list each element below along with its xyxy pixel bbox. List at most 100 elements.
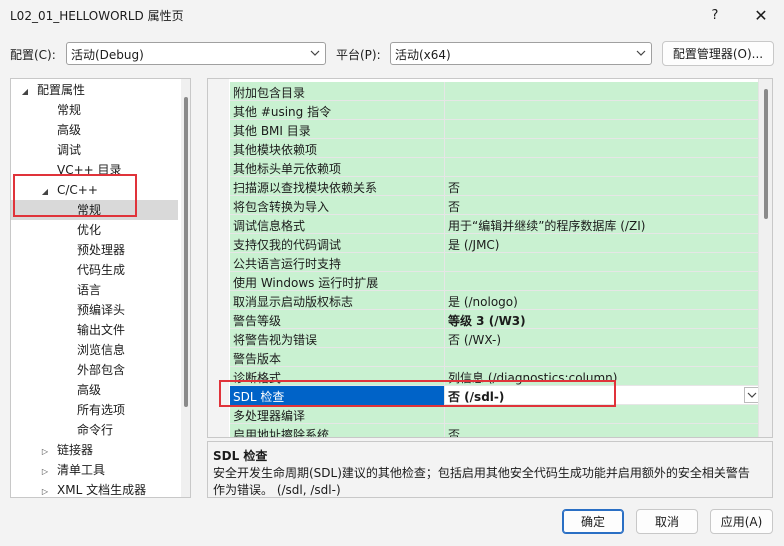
- column-divider: [444, 234, 445, 253]
- property-name: 将包含转换为导入: [233, 200, 330, 214]
- property-name: 调试信息格式: [233, 219, 306, 233]
- property-value: 否 (/WX-): [448, 333, 502, 347]
- tree-item[interactable]: 预处理器: [11, 240, 125, 260]
- tree-item[interactable]: 语言: [11, 280, 101, 300]
- expand-icon[interactable]: ▷: [39, 442, 51, 462]
- tree-item-label: 常规: [57, 103, 82, 117]
- property-name: 支持仅我的代码调试: [233, 238, 342, 252]
- property-row[interactable]: 支持仅我的代码调试 是 (/JMC): [230, 234, 760, 253]
- property-tree[interactable]: ◢ 配置属性 常规 高级 调试 VC++ 目录 ◢ C/C++ 常规 优化 预处理器 代码生成 语言 预编…: [10, 78, 191, 498]
- tree-item-label: 调试: [57, 143, 82, 157]
- column-divider: [444, 424, 445, 437]
- platform-select[interactable]: 活动(x64): [390, 42, 652, 65]
- property-name: 公共语言运行时支持: [233, 257, 342, 271]
- property-row[interactable]: 附加包含目录: [230, 82, 760, 101]
- property-row[interactable]: 启用地址擦除系统 否: [230, 424, 760, 438]
- column-divider: [444, 272, 445, 291]
- property-row[interactable]: 将警告视为错误 否 (/WX-): [230, 329, 760, 348]
- property-value: 等级 3 (/W3): [448, 314, 526, 328]
- tree-item[interactable]: 高级: [11, 120, 81, 140]
- tree-item[interactable]: 所有选项: [11, 400, 125, 420]
- tree-item[interactable]: ◢ 配置属性: [11, 80, 85, 100]
- highlight-box-sdl: [219, 380, 616, 407]
- tree-item[interactable]: 常规: [11, 100, 81, 120]
- ok-button[interactable]: 确定: [562, 509, 624, 534]
- tree-item-label: 高级: [57, 123, 82, 137]
- property-row[interactable]: 多处理器编译: [230, 405, 760, 424]
- tree-item[interactable]: ▷ 清单工具: [11, 460, 105, 480]
- column-divider: [444, 405, 445, 424]
- property-name: 其他 #using 指令: [233, 105, 332, 119]
- config-select[interactable]: 活动(Debug): [66, 42, 326, 65]
- tree-item[interactable]: ▷ 链接器: [11, 440, 93, 460]
- description-panel: SDL 检查 安全开发生命周期(SDL)建议的其他检查；包括启用其他安全代码生成…: [207, 441, 773, 498]
- column-divider: [444, 291, 445, 310]
- config-value: 活动(Debug): [71, 48, 144, 62]
- tree-item-label: 预处理器: [77, 243, 126, 257]
- platform-value: 活动(x64): [395, 48, 451, 62]
- tree-item[interactable]: 浏览信息: [11, 340, 125, 360]
- property-row[interactable]: 其他 BMI 目录: [230, 120, 760, 139]
- tree-item[interactable]: 预编译头: [11, 300, 125, 320]
- close-button[interactable]: ✕: [738, 0, 784, 30]
- column-divider: [444, 177, 445, 196]
- title-bar: L02_01_HELLOWORLD 属性页 ? ✕: [0, 0, 784, 30]
- description-title: SDL 检查: [213, 449, 268, 463]
- column-divider: [444, 139, 445, 158]
- property-row[interactable]: 使用 Windows 运行时扩展: [230, 272, 760, 291]
- expand-icon[interactable]: ▷: [39, 482, 51, 497]
- tree-item-label: 预编译头: [77, 303, 126, 317]
- chevron-down-icon: [636, 50, 646, 56]
- tree-item[interactable]: ▷ XML 文档生成器: [11, 480, 146, 497]
- help-button[interactable]: ?: [692, 0, 738, 30]
- description-text: 安全开发生命周期(SDL)建议的其他检查；包括启用其他安全代码生成功能并启用额外…: [213, 466, 750, 497]
- tree-scrollbar[interactable]: [181, 79, 190, 497]
- tree-item[interactable]: 高级: [11, 380, 101, 400]
- property-name: 取消显示启动版权标志: [233, 295, 354, 309]
- tree-item-label: 外部包含: [77, 363, 126, 377]
- column-divider: [444, 329, 445, 348]
- config-label: 配置(C):: [10, 48, 56, 62]
- property-row[interactable]: 其他 #using 指令: [230, 101, 760, 120]
- property-row[interactable]: 将包含转换为导入 否: [230, 196, 760, 215]
- grid-scrollbar[interactable]: [758, 79, 772, 437]
- column-divider: [444, 196, 445, 215]
- platform-label: 平台(P):: [336, 48, 381, 62]
- property-name: 其他 BMI 目录: [233, 124, 311, 138]
- tree-item-label: 命令行: [77, 423, 114, 437]
- chevron-down-icon: [310, 50, 320, 56]
- property-value: 否: [448, 428, 461, 438]
- property-row[interactable]: 调试信息格式 用于“编辑并继续”的程序数据库 (/ZI): [230, 215, 760, 234]
- tree-item[interactable]: 命令行: [11, 420, 113, 440]
- property-name: 其他模块依赖项: [233, 143, 318, 157]
- expand-icon[interactable]: ▷: [39, 462, 51, 482]
- tree-item-label: 所有选项: [77, 403, 126, 417]
- property-name: 多处理器编译: [233, 409, 306, 423]
- help-icon: ?: [711, 7, 719, 23]
- tree-item-label: 配置属性: [37, 83, 86, 97]
- tree-item[interactable]: 调试: [11, 140, 81, 160]
- property-row[interactable]: 公共语言运行时支持: [230, 253, 760, 272]
- tree-item[interactable]: 输出文件: [11, 320, 125, 340]
- close-icon: ✕: [754, 5, 768, 25]
- apply-button[interactable]: 应用(A): [710, 509, 773, 534]
- tree-item[interactable]: 优化: [11, 220, 101, 240]
- tree-item[interactable]: 外部包含: [11, 360, 125, 380]
- property-row[interactable]: 警告版本: [230, 348, 760, 367]
- column-divider: [444, 310, 445, 329]
- property-name: 警告等级: [233, 314, 282, 328]
- property-row[interactable]: 其他标头单元依赖项: [230, 158, 760, 177]
- tree-scroll-thumb[interactable]: [184, 97, 188, 407]
- grid-scroll-thumb[interactable]: [764, 89, 768, 219]
- config-manager-button[interactable]: 配置管理器(O)...: [662, 41, 774, 66]
- collapse-icon[interactable]: ◢: [19, 82, 31, 102]
- tree-item[interactable]: 代码生成: [11, 260, 125, 280]
- cancel-button[interactable]: 取消: [636, 509, 698, 534]
- property-row[interactable]: 警告等级 等级 3 (/W3): [230, 310, 760, 329]
- property-row[interactable]: 扫描源以查找模块依赖关系 否: [230, 177, 760, 196]
- property-name: 附加包含目录: [233, 86, 306, 100]
- tree-item-label: 语言: [77, 283, 102, 297]
- property-row[interactable]: 其他模块依赖项: [230, 139, 760, 158]
- property-row[interactable]: 取消显示启动版权标志 是 (/nologo): [230, 291, 760, 310]
- property-value: 是 (/nologo): [448, 295, 518, 309]
